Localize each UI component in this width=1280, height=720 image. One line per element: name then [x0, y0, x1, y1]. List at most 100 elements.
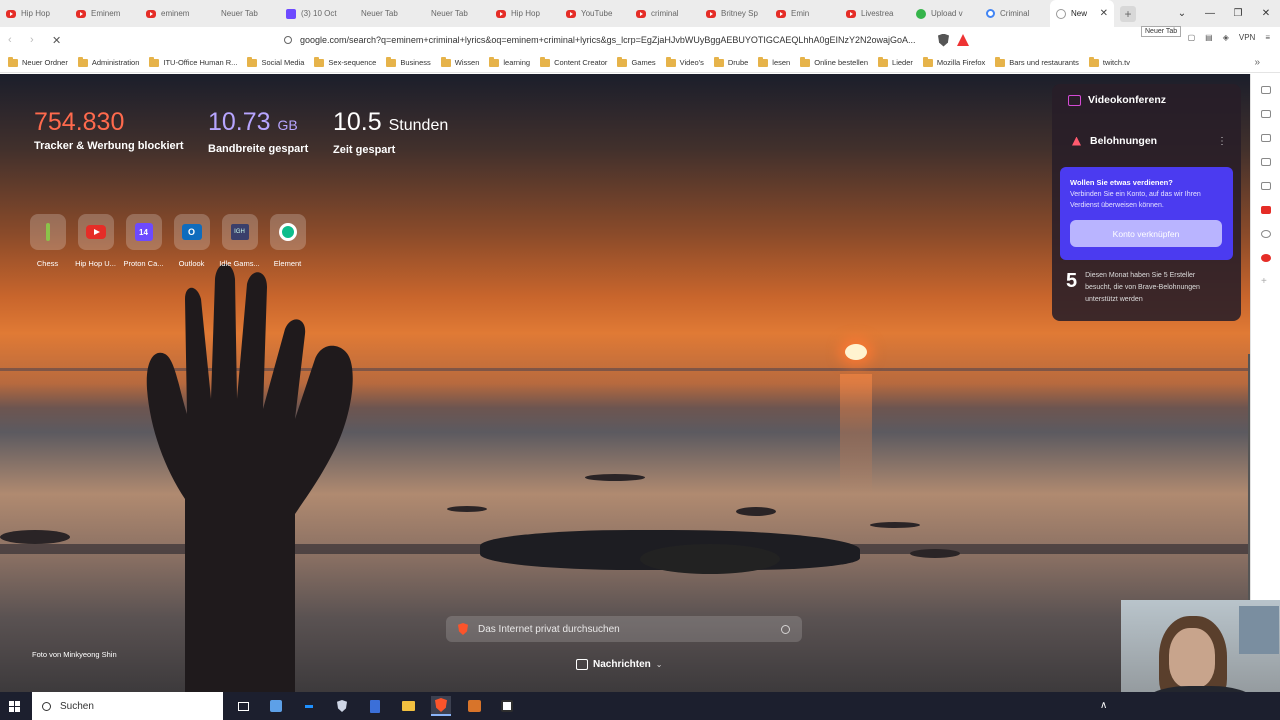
forward-button[interactable]: › — [30, 34, 42, 46]
folder-icon — [800, 56, 811, 67]
top-sites: Chess Hip Hop U... 14 Proton Ca... O Out… — [28, 214, 307, 268]
photo-credit[interactable]: Foto von Minkyeong Shin — [32, 650, 117, 659]
shortcut-chess[interactable]: Chess — [28, 214, 67, 268]
sidebar-chat-icon[interactable] — [1261, 110, 1271, 118]
bookmark-folder[interactable]: Video's — [665, 56, 704, 67]
shortcut-idle-games[interactable]: IGH Idle Gams... — [219, 214, 260, 268]
bookmark-folder[interactable]: Administration — [77, 56, 139, 67]
bookmarks-overflow-button[interactable]: » — [1254, 57, 1260, 68]
rock — [585, 474, 645, 481]
brave-shields-icon[interactable] — [938, 33, 949, 47]
wallet-icon[interactable]: ◈ — [1223, 33, 1229, 42]
taskbar-file-explorer[interactable] — [398, 696, 418, 716]
tab-active[interactable]: New ✕ — [1050, 0, 1114, 27]
stop-reload-button[interactable]: ✕ — [52, 34, 64, 47]
close-window-button[interactable]: ✕ — [1252, 8, 1280, 19]
tab[interactable]: (3) 10 Oct — [280, 0, 350, 27]
taskbar-app[interactable] — [266, 696, 286, 716]
bookmark-folder[interactable]: Sex-sequence — [314, 56, 376, 67]
creators-text: Diesen Monat haben Sie 5 Ersteller besuc… — [1085, 272, 1200, 303]
sidebar-toggle-icon[interactable]: ▤ — [1205, 33, 1213, 42]
shortcut-element[interactable]: Element — [268, 214, 307, 268]
start-button[interactable] — [0, 700, 28, 712]
private-search-box[interactable]: Das Internet privat durchsuchen — [446, 616, 802, 642]
rock — [870, 522, 920, 528]
site-info-icon[interactable] — [284, 36, 292, 44]
sidebar-youtube-music-icon[interactable] — [1261, 254, 1271, 262]
sidebar-c-icon[interactable] — [1261, 230, 1271, 238]
tab[interactable]: Neuer Tab — [350, 0, 420, 27]
news-button[interactable]: Nachrichten ⌄ — [576, 659, 663, 670]
tab[interactable]: Hip Hop — [0, 0, 70, 27]
taskbar-app[interactable] — [464, 696, 484, 716]
bookmark-folder[interactable]: Mozilla Firefox — [922, 56, 985, 67]
vpn-button[interactable]: VPN — [1239, 33, 1255, 42]
tab[interactable]: Britney Sp — [700, 0, 770, 27]
sidebar-home-icon[interactable] — [1261, 86, 1271, 94]
back-button[interactable]: ‹ — [8, 34, 20, 46]
bookmark-folder[interactable]: lesen — [758, 56, 790, 67]
tab[interactable]: Criminal — [980, 0, 1050, 27]
bookmark-folder[interactable]: Lieder — [878, 56, 913, 67]
restore-button[interactable]: ❐ — [1224, 8, 1252, 19]
search-icon — [42, 701, 51, 711]
tab-search-chevron-icon[interactable]: ⌄ — [1168, 8, 1196, 19]
shortcut-proton-calendar[interactable]: 14 Proton Ca... — [123, 214, 164, 268]
search-input[interactable]: Das Internet privat durchsuchen — [478, 624, 771, 635]
bookmark-folder[interactable]: Online bestellen — [800, 56, 868, 67]
tab[interactable]: Emin — [770, 0, 840, 27]
sidebar-youtube-icon[interactable] — [1261, 206, 1271, 214]
search-icon[interactable] — [781, 624, 790, 634]
close-tab-icon[interactable]: ✕ — [1100, 8, 1108, 19]
tab[interactable]: Hip Hop — [490, 0, 560, 27]
taskbar-app[interactable] — [332, 696, 352, 716]
bookmark-folder[interactable]: learning — [489, 56, 530, 67]
bookmark-folder[interactable]: Games — [617, 56, 656, 67]
tab[interactable]: Neuer Tab — [210, 0, 280, 27]
sidebar-add-icon[interactable]: + — [1261, 277, 1271, 287]
bookmark-label: Drube — [727, 58, 749, 67]
folder-icon — [1088, 56, 1099, 67]
task-view-button[interactable] — [233, 696, 253, 716]
bookmark-folder[interactable]: Drube — [713, 56, 749, 67]
sidebar-reading-list-icon[interactable] — [1261, 134, 1271, 142]
tab[interactable]: eminem — [140, 0, 210, 27]
url-text[interactable]: google.com/search?q=eminem+criminal+lyri… — [300, 35, 930, 45]
sidebar-bookmarks-icon[interactable] — [1261, 158, 1271, 166]
bookmark-folder[interactable]: Business — [386, 56, 431, 67]
taskbar-search[interactable]: Suchen — [32, 692, 223, 720]
tab[interactable]: criminal — [630, 0, 700, 27]
taskbar-app[interactable] — [497, 696, 517, 716]
bookmark-folder[interactable]: ITU-Office Human R... — [149, 56, 237, 67]
extension-icon[interactable]: ▢ — [1188, 33, 1196, 42]
brave-rewards-icon[interactable] — [957, 34, 969, 46]
rewards-menu-button[interactable]: ⋮ — [1217, 136, 1227, 147]
taskbar-brave[interactable] — [431, 696, 451, 716]
bookmark-folder[interactable]: Content Creator — [540, 56, 607, 67]
bookmark-folder[interactable]: twitch.tv — [1088, 56, 1130, 67]
tab[interactable]: Livestrea — [840, 0, 910, 27]
tab[interactable]: YouTube — [560, 0, 630, 27]
bookmark-folder[interactable]: Neuer Ordner — [8, 56, 68, 67]
tab[interactable]: Neuer Tab — [420, 0, 490, 27]
bookmark-folder[interactable]: Social Media — [247, 56, 304, 67]
sidebar-history-icon[interactable] — [1261, 182, 1271, 190]
tab[interactable]: Upload v — [910, 0, 980, 27]
rewards-triangle-icon — [1072, 136, 1081, 146]
system-tray-chevron[interactable]: ∧ — [1100, 700, 1107, 711]
shortcut-label: Hip Hop U... — [75, 259, 116, 268]
bookmark-folder[interactable]: Bars und restaurants — [995, 56, 1079, 67]
tab-label: eminem — [161, 9, 190, 18]
tab[interactable]: Eminem — [70, 0, 140, 27]
menu-icon[interactable]: ≡ — [1265, 33, 1270, 42]
connect-account-button[interactable]: Konto verknüpfen — [1070, 220, 1222, 247]
bookmark-folder[interactable]: Wissen — [440, 56, 479, 67]
minimize-button[interactable]: — — [1196, 8, 1224, 19]
taskbar-app[interactable] — [299, 696, 319, 716]
shortcut-hip-hop[interactable]: Hip Hop U... — [75, 214, 116, 268]
taskbar-app[interactable] — [365, 696, 385, 716]
new-tab-button[interactable]: + — [1120, 5, 1136, 22]
address-bar[interactable]: google.com/search?q=eminem+criminal+lyri… — [280, 30, 1000, 50]
shortcut-outlook[interactable]: O Outlook — [172, 214, 211, 268]
video-conference-widget[interactable]: Videokonferenz — [1068, 94, 1166, 106]
